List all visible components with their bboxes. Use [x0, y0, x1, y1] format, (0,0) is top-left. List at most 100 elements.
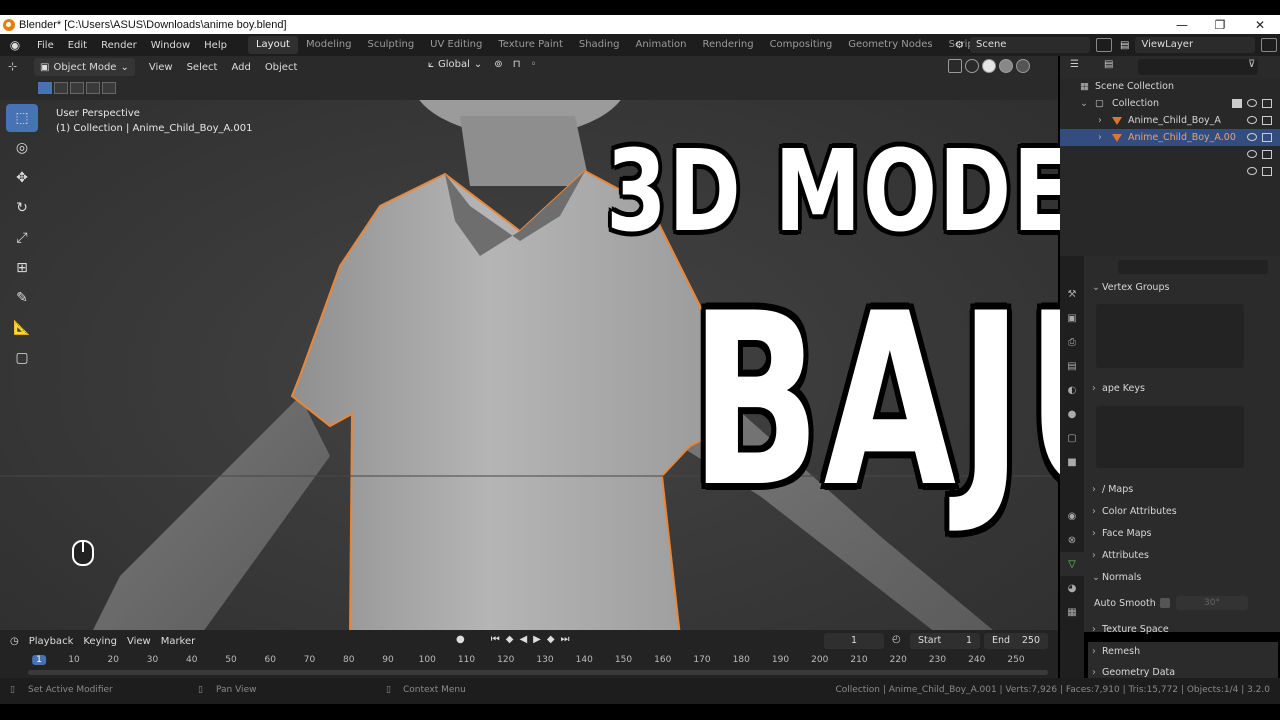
- timeline-ruler[interactable]: 1 10 20 30 40 50 60 70 80 90 100 110 120 130 140 150 160…: [0, 652, 1058, 670]
- object-tab-icon[interactable]: ■: [1060, 450, 1084, 474]
- physics-tab-icon[interactable]: ◉: [1060, 504, 1084, 528]
- annotate-icon[interactable]: ✎: [6, 284, 38, 312]
- tab-modeling[interactable]: Modeling: [298, 36, 360, 54]
- camera-icon[interactable]: [1262, 133, 1272, 142]
- outliner-row-object-selected[interactable]: › Anime_Child_Boy_A.00: [1060, 129, 1280, 146]
- menu-select[interactable]: Select: [187, 62, 218, 73]
- auto-smooth-angle-field[interactable]: 30°: [1176, 596, 1248, 610]
- new-viewlayer-icon[interactable]: [1261, 38, 1278, 52]
- constraints-tab-icon[interactable]: ⊗: [1060, 528, 1084, 552]
- section-vertex-groups[interactable]: Vertex Groups: [1088, 278, 1278, 298]
- eye-icon[interactable]: [1247, 99, 1257, 107]
- select-box-icon[interactable]: ⬚: [6, 104, 38, 132]
- tab-uv-editing[interactable]: UV Editing: [422, 36, 490, 54]
- end-frame-field[interactable]: End 250: [984, 633, 1048, 649]
- rotate-icon[interactable]: ↻: [6, 194, 38, 222]
- camera-icon[interactable]: [1262, 150, 1272, 159]
- prev-key-icon[interactable]: ◆: [506, 634, 514, 645]
- properties-search-input[interactable]: [1118, 260, 1268, 274]
- section-uv-maps[interactable]: / Maps: [1088, 480, 1278, 500]
- editor-type-icon[interactable]: ⊹: [8, 59, 24, 75]
- select-new-icon[interactable]: [38, 82, 52, 94]
- camera-icon[interactable]: [1262, 167, 1272, 176]
- section-normals[interactable]: Normals: [1088, 568, 1278, 588]
- pivot-icon[interactable]: ⊚: [494, 59, 502, 70]
- eye-icon[interactable]: [1247, 150, 1257, 158]
- rendered-shading-icon[interactable]: [1016, 59, 1030, 73]
- menu-view[interactable]: View: [149, 62, 173, 73]
- expand-arrow-icon[interactable]: ›: [1098, 112, 1102, 129]
- eye-icon[interactable]: [1247, 116, 1257, 124]
- world-tab-icon[interactable]: ●: [1060, 402, 1084, 426]
- start-frame-field[interactable]: Start 1: [910, 633, 980, 649]
- blender-menu-icon[interactable]: ◉: [8, 38, 22, 52]
- outliner-row-collection[interactable]: ⌄ ▢ Collection: [1060, 95, 1280, 112]
- outliner-row-scene-collection[interactable]: ▦ Scene Collection: [1060, 78, 1280, 95]
- select-subtract-icon[interactable]: [70, 82, 84, 94]
- close-button[interactable]: ✕: [1240, 15, 1280, 34]
- snap-icon[interactable]: ⊓: [513, 59, 521, 70]
- menu-help[interactable]: Help: [197, 40, 234, 51]
- auto-smooth-checkbox[interactable]: [1160, 598, 1170, 608]
- transform-icon[interactable]: ⊞: [6, 254, 38, 282]
- stopwatch-icon[interactable]: ◴: [892, 634, 901, 645]
- menu-timeline-view[interactable]: View: [127, 636, 151, 647]
- select-intersect-icon[interactable]: [102, 82, 116, 94]
- filter-icon[interactable]: ⊽: [1248, 59, 1255, 70]
- wireframe-shading-icon[interactable]: [965, 59, 979, 73]
- vertex-groups-list[interactable]: [1096, 304, 1244, 368]
- xray-toggle-icon[interactable]: [948, 59, 962, 73]
- render-tab-icon[interactable]: ▣: [1060, 306, 1084, 330]
- tool-tab-icon[interactable]: ⚒: [1060, 282, 1084, 306]
- add-cube-icon[interactable]: ▢: [6, 344, 38, 372]
- section-remesh[interactable]: Remesh: [1088, 642, 1278, 662]
- scene-tab-icon[interactable]: ◐: [1060, 378, 1084, 402]
- move-icon[interactable]: ✥: [6, 164, 38, 192]
- object-mode-dropdown[interactable]: ▣ Object Mode ⌄: [34, 58, 135, 76]
- cursor-icon[interactable]: ◎: [6, 134, 38, 162]
- material-tab-icon[interactable]: ◕: [1060, 576, 1084, 600]
- checkbox-icon[interactable]: [1232, 99, 1242, 108]
- maximize-button[interactable]: ❐: [1200, 15, 1240, 34]
- texture-tab-icon[interactable]: ▦: [1060, 600, 1084, 624]
- minimize-button[interactable]: —: [1162, 15, 1202, 34]
- outliner-search-input[interactable]: [1138, 59, 1258, 75]
- section-attributes[interactable]: Attributes: [1088, 546, 1278, 566]
- section-texture-space[interactable]: Texture Space: [1088, 620, 1278, 640]
- scale-icon[interactable]: ⤢: [6, 224, 38, 252]
- solid-shading-icon[interactable]: [982, 59, 996, 73]
- menu-render[interactable]: Render: [94, 40, 144, 51]
- jump-start-icon[interactable]: ⏮: [491, 634, 500, 645]
- proportional-edit-icon[interactable]: ◦: [531, 59, 537, 70]
- current-frame-field[interactable]: 1: [824, 633, 884, 649]
- menu-playback[interactable]: Playback: [29, 636, 74, 647]
- eye-icon[interactable]: [1247, 167, 1257, 175]
- measure-icon[interactable]: 📐: [6, 314, 38, 342]
- section-color-attributes[interactable]: Color Attributes: [1088, 502, 1278, 522]
- tab-shading[interactable]: Shading: [571, 36, 628, 54]
- expand-arrow-icon[interactable]: ⌄: [1080, 95, 1088, 112]
- timeline-editor-icon[interactable]: ◷: [10, 636, 19, 647]
- menu-edit[interactable]: Edit: [61, 40, 94, 51]
- transform-orientation-dropdown[interactable]: ⟀ Global ⌄ ⊚ ⊓ ◦: [428, 59, 536, 70]
- outliner-row-object[interactable]: › Anime_Child_Boy_A: [1060, 112, 1280, 129]
- play-reverse-icon[interactable]: ◀: [519, 634, 527, 645]
- tab-animation[interactable]: Animation: [628, 36, 695, 54]
- jump-end-icon[interactable]: ⏭: [561, 634, 570, 645]
- expand-arrow-icon[interactable]: ›: [1098, 129, 1102, 146]
- menu-marker[interactable]: Marker: [161, 636, 196, 647]
- camera-icon[interactable]: [1262, 116, 1272, 125]
- display-mode-icon[interactable]: ▤: [1104, 59, 1113, 70]
- record-icon[interactable]: ●: [456, 634, 465, 645]
- outliner-editor-icon[interactable]: ☰: [1070, 59, 1079, 70]
- output-tab-icon[interactable]: ⎙: [1060, 330, 1084, 354]
- play-icon[interactable]: ▶: [533, 634, 541, 645]
- menu-object[interactable]: Object: [265, 62, 298, 73]
- tab-sculpting[interactable]: Sculpting: [359, 36, 422, 54]
- new-scene-icon[interactable]: [1095, 38, 1112, 52]
- menu-add[interactable]: Add: [231, 62, 250, 73]
- scene-selector[interactable]: ⚙ Scene: [955, 37, 1112, 53]
- outliner-row-empty[interactable]: [1060, 163, 1280, 180]
- scene-name[interactable]: Scene: [969, 37, 1090, 53]
- next-key-icon[interactable]: ◆: [547, 634, 555, 645]
